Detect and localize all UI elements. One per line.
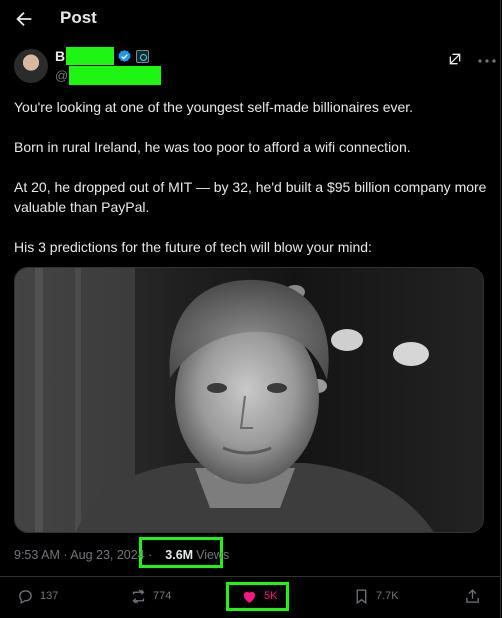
like-count: 5K: [264, 590, 278, 602]
like-button[interactable]: 5K: [241, 586, 277, 606]
post-timestamp[interactable]: 9:53 AM · Aug 23, 2024 ·: [14, 548, 152, 562]
repost-icon: [132, 589, 145, 603]
bookmark-icon: [356, 588, 367, 604]
reply-icon: [19, 589, 32, 604]
repost-button[interactable]: 774: [130, 586, 171, 606]
redaction-handle: [69, 65, 162, 85]
post-paragraph: At 20, he dropped out of MIT — by 32, he…: [14, 179, 487, 215]
avatar[interactable]: [14, 49, 48, 83]
affiliation-icon[interactable]: [136, 49, 150, 63]
share-button[interactable]: [464, 586, 481, 606]
post-photo[interactable]: [14, 267, 484, 533]
post-paragraph: You're looking at one of the youngest se…: [14, 99, 414, 115]
repost-count: 774: [153, 590, 172, 602]
post-paragraph: His 3 predictions for the future of tech…: [14, 239, 372, 255]
views-count: 3.6M: [165, 548, 194, 562]
author-handle[interactable]: @: [55, 68, 68, 83]
like-icon: [243, 591, 256, 603]
bookmark-count: 7.7K: [376, 590, 399, 602]
post-paragraph: Born in rural Ireland, he was too poor t…: [14, 139, 411, 155]
bookmark-button[interactable]: 7.7K: [353, 586, 399, 606]
author-name-row[interactable]: B: [55, 46, 150, 66]
header: Post: [0, 0, 500, 38]
more-icon[interactable]: [477, 58, 497, 64]
redaction-name: [66, 47, 115, 65]
page-title: Post: [60, 8, 97, 27]
post-meta: 9:53 AM · Aug 23, 2024 · 3.6M Views: [14, 546, 229, 564]
author-display-name[interactable]: B: [55, 48, 65, 64]
verified-badge-icon: [118, 49, 131, 62]
back-arrow-icon[interactable]: [13, 8, 35, 30]
post-text: You're looking at one of the youngest se…: [14, 97, 494, 257]
views-label: Views: [196, 548, 230, 562]
author-handle-row[interactable]: @: [55, 65, 162, 85]
divider: [0, 576, 500, 577]
portrait-photo: [15, 268, 483, 532]
grok-icon[interactable]: [447, 51, 463, 67]
share-icon: [466, 588, 479, 603]
reply-count: 137: [40, 590, 59, 602]
reply-button[interactable]: 137: [17, 586, 58, 606]
